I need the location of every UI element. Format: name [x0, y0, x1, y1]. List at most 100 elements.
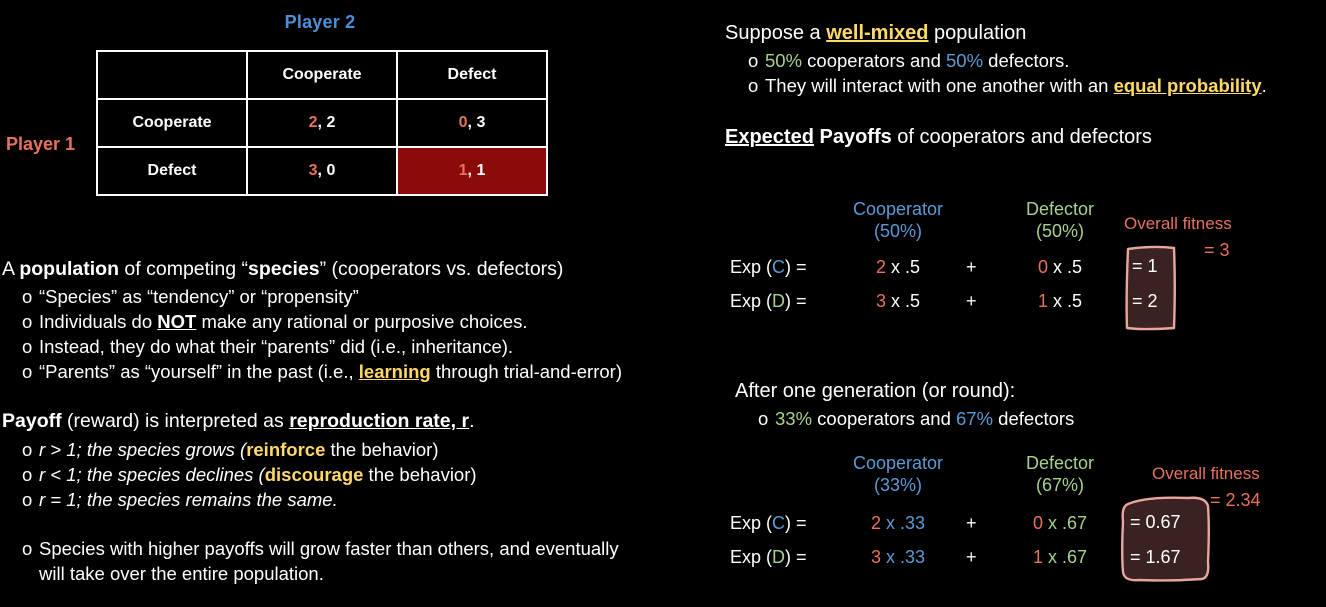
list-item-label: Instead, they do what their “parents” di…	[39, 336, 514, 357]
overall-fitness-label: Overall fitness	[1124, 214, 1232, 233]
col-header-defector-label: Defector	[1025, 199, 1095, 219]
col-header-cooperator: Cooperator (50%)	[818, 198, 978, 242]
cell-p1-payoff: 0	[458, 114, 468, 131]
col-header-cooperator: Cooperator (33%)	[818, 452, 978, 496]
heading-expected-payoffs: Expected Payoffs of cooperators and defe…	[725, 124, 1152, 150]
list-item-post: the behavior)	[363, 464, 477, 485]
para2-bold-payoff: Payoff	[2, 410, 62, 432]
para2-suffix: .	[469, 410, 475, 432]
list-item-label: “Species” as “tendency” or “propensity”	[39, 286, 359, 307]
player2-axis-label: Player 2	[284, 12, 356, 32]
row-label-exp-c: Exp (C) =	[730, 513, 807, 533]
para1-bold-species: species	[248, 258, 320, 280]
bullet-marker: o	[22, 311, 33, 332]
term-prob: x .33	[886, 547, 926, 567]
slide: Player 2 Player 1 Cooperate Defect Coope…	[0, 0, 1326, 607]
row-label-exp-c: Exp (C) =	[730, 257, 807, 277]
emphasis-not: NOT	[157, 311, 197, 332]
col-header-defector-pct: (67%)	[1035, 475, 1084, 495]
term-d-defector: 1 x .67	[980, 547, 1140, 568]
col-header-cooperator-label: Cooperator	[852, 199, 944, 219]
heading-after-one-generation: After one generation (or round):	[735, 380, 1016, 402]
overall-fitness-total: = 2.34	[1210, 490, 1261, 510]
emphasis-equal-probability: equal probability	[1113, 75, 1262, 96]
term-payoff: 1	[1037, 291, 1048, 311]
table-header-row: Cooperate Defect	[96, 50, 548, 100]
list-item-mid: cooperators and	[812, 408, 957, 429]
term-payoff: 0	[1032, 513, 1043, 533]
row-label-c: C	[772, 257, 786, 277]
cell-defect-cooperate: 3, 0	[246, 146, 398, 196]
term-payoff: 0	[1037, 257, 1048, 277]
row-label-d: D	[772, 291, 786, 311]
payoff-matrix: Cooperate Defect Cooperate 2, 2 0, 3 Def…	[96, 50, 548, 196]
list-item-mid: cooperators and	[802, 50, 947, 71]
list-item-continuation: will take over the entire population.	[39, 561, 324, 586]
term-payoff: 3	[875, 291, 886, 311]
list-item-label-line2: will take over the entire population.	[39, 563, 324, 584]
list-item-pre: Individuals do	[39, 311, 158, 332]
list-item-post: make any rational or purposive choices.	[196, 311, 528, 332]
term-prob: x .67	[1048, 513, 1088, 533]
row-label-c: C	[772, 513, 786, 533]
list-item: o “Parents” as “yourself” in the past (i.…	[22, 359, 622, 384]
list-item-post: the behavior)	[325, 439, 439, 460]
result-exp-d: = 2	[1132, 291, 1158, 311]
term-c-defector: 0 x .67	[980, 513, 1140, 534]
term-c-defector: 0 x .5	[980, 257, 1140, 278]
heading2-bold: Payoffs	[813, 126, 892, 148]
term-prob: x .5	[1053, 291, 1083, 311]
term-prob: x .67	[1048, 547, 1088, 567]
list-item-label-line1: Species with higher payoffs will grow fa…	[39, 538, 619, 559]
list-item-post: defectors.	[983, 50, 1070, 71]
list-item-post: through trial-and-error)	[430, 361, 622, 382]
bullet-marker: o	[22, 464, 33, 485]
overall-fitness-total: = 3	[1204, 240, 1230, 260]
list-item-label: r = 1; the species remains the same.	[39, 489, 338, 510]
cooperator-percent: 50%	[765, 50, 803, 71]
operator-plus: +	[966, 513, 977, 533]
right-column: Suppose a well-mixed population o 50% coo…	[700, 0, 1326, 607]
operator-plus: +	[966, 291, 977, 311]
heading2-post: of cooperators and defectors	[891, 126, 1152, 148]
emphasis-expected: Expected	[725, 126, 814, 148]
bullet-marker: o	[22, 538, 33, 559]
term-d-defector: 1 x .5	[980, 291, 1140, 312]
term-prob: x .33	[886, 513, 926, 533]
bullet-marker: o	[22, 439, 33, 460]
term-d-cooperator: 3 x .5	[818, 291, 978, 312]
emphasis-reinforce: reinforce	[246, 439, 326, 460]
overall-fitness-label: Overall fitness	[1152, 464, 1260, 483]
cell-p1-payoff: 2	[308, 114, 318, 131]
para1-prefix: A	[2, 258, 20, 280]
list-item: o Individuals do NOT make any rational or…	[22, 309, 527, 334]
bullet-marker: o	[22, 286, 33, 307]
result-exp-d: = 1.67	[1130, 547, 1181, 567]
cell-defect-defect-highlighted: 1, 1	[396, 146, 548, 196]
emphasis-discourage: discourage	[264, 464, 364, 485]
row-label-d: D	[772, 547, 786, 567]
para2-mid: (reward) is interpreted as	[61, 410, 290, 432]
term-prob: x .5	[1053, 257, 1083, 277]
cell-cooperate-cooperate: 2, 2	[246, 98, 398, 148]
table-row: Cooperate 2, 2 0, 3	[96, 98, 548, 148]
term-prob: x .5	[891, 257, 921, 277]
para1-mid: of competing “	[119, 258, 248, 280]
para1-bold-population: population	[19, 258, 120, 280]
heading1-pre: Suppose a	[725, 22, 827, 44]
player1-axis-label: Player 1	[6, 134, 76, 154]
col-header-cooperator-pct: (33%)	[873, 475, 922, 495]
list-item: o r = 1; the species remains the same.	[22, 487, 338, 512]
list-item-post: .	[1261, 75, 1267, 96]
col-header-defector: Defector (67%)	[980, 452, 1140, 496]
term-prob: x .5	[891, 291, 921, 311]
cell-p1-payoff: 3	[308, 162, 318, 179]
bullet-marker: o	[22, 361, 33, 382]
result-exp-c: = 0.67	[1130, 512, 1181, 532]
cell-p2-payoff: 2	[326, 114, 336, 131]
list-item-pre: “Parents” as “yourself” in the past (i.e…	[39, 361, 359, 382]
cell-p2-payoff: 1	[476, 162, 486, 179]
row-header-cooperate: Cooperate	[96, 98, 248, 148]
heading-well-mixed: Suppose a well-mixed population	[725, 20, 1026, 46]
list-item: o 50% cooperators and 50% defectors.	[748, 48, 1069, 73]
